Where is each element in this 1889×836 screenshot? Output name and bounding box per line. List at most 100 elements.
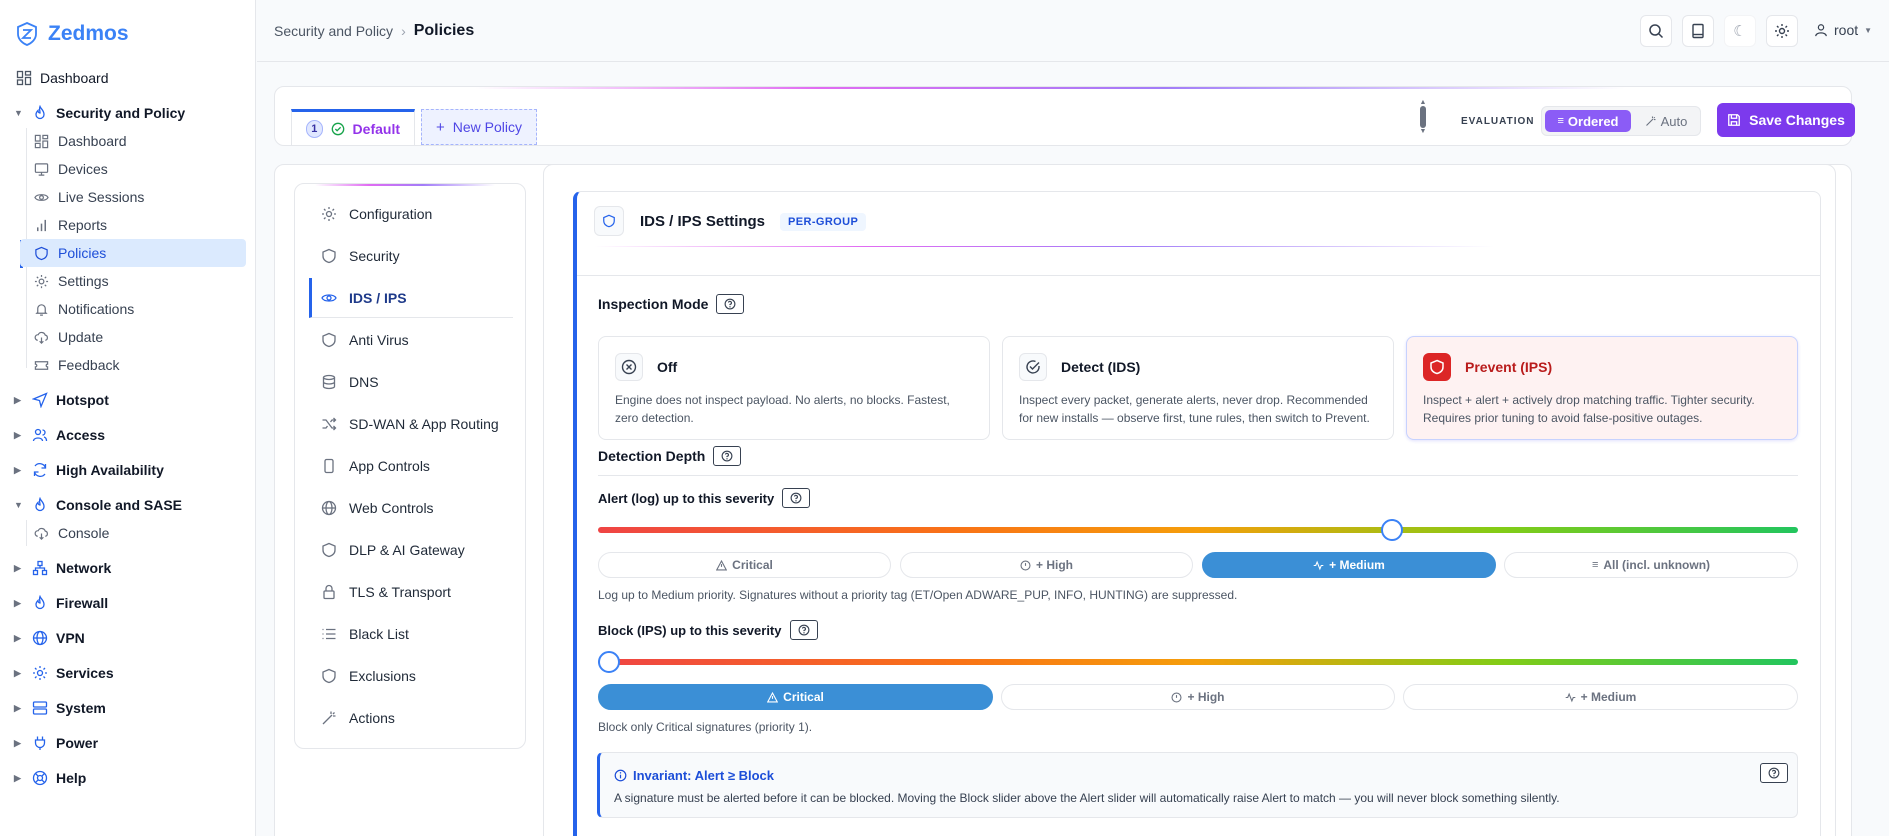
menu-item-exclusions[interactable]: Exclusions — [309, 656, 513, 696]
menu-item-dns[interactable]: DNS — [309, 362, 513, 402]
mode-detect-card[interactable]: Detect (IDS) Inspect every packet, gener… — [1002, 336, 1394, 440]
theme-toggle-button[interactable]: ☾ — [1724, 15, 1756, 47]
nav-group-firewall[interactable]: ▶ Firewall — [14, 595, 108, 611]
shield-icon — [321, 332, 337, 348]
eye-icon — [34, 190, 49, 205]
alert-option-high[interactable]: + High — [900, 552, 1193, 578]
search-button[interactable] — [1640, 15, 1672, 47]
nav-group-services[interactable]: ▶ Services — [14, 665, 114, 681]
alert-severity-heading: Alert (log) up to this severity — [598, 488, 811, 508]
alert-severity-slider-track[interactable] — [598, 527, 1798, 533]
nav-dashboard[interactable]: Dashboard — [16, 70, 109, 86]
globe-icon — [321, 500, 337, 516]
sidebar-item-policies[interactable]: Policies — [20, 239, 246, 267]
alert-option-all[interactable]: ≡ All (incl. unknown) — [1504, 552, 1798, 578]
menu-item-sdwan[interactable]: SD-WAN & App Routing — [309, 404, 513, 444]
evaluation-toggle: ≡ Ordered Auto — [1541, 106, 1701, 136]
evaluation-auto-option[interactable]: Auto — [1636, 110, 1696, 132]
gear-icon — [1774, 23, 1790, 39]
nav-group-hotspot[interactable]: ▶ Hotspot — [14, 392, 109, 408]
sidebar-item-feedback[interactable]: Feedback — [20, 351, 246, 379]
menu-item-configuration[interactable]: Configuration — [309, 194, 513, 234]
tab-default-policy[interactable]: 1 Default — [291, 109, 415, 145]
chevron-right-icon: › — [401, 23, 406, 39]
docs-button[interactable] — [1682, 15, 1714, 47]
lock-icon — [321, 584, 337, 600]
menu-item-security[interactable]: Security — [309, 236, 513, 276]
help-icon — [1768, 767, 1780, 779]
alert-option-medium[interactable]: + Medium — [1202, 552, 1496, 578]
block-help-button[interactable] — [789, 620, 818, 640]
invariant-help-button[interactable] — [1760, 763, 1788, 783]
menu-item-dlp[interactable]: DLP & AI Gateway — [309, 530, 513, 570]
block-severity-slider-track[interactable] — [598, 659, 1798, 665]
eye-icon — [321, 290, 337, 306]
inspection-mode-help-button[interactable] — [716, 294, 745, 314]
arrow-up-icon: ▲ — [1419, 99, 1427, 106]
sidebar-item-label: Notifications — [58, 301, 135, 317]
list-icon: ≡ — [1557, 115, 1564, 127]
alert-help-button[interactable] — [782, 488, 811, 508]
save-changes-button[interactable]: Save Changes — [1717, 103, 1855, 137]
nav-group-label: Services — [56, 665, 114, 681]
sidebar-item-devices[interactable]: Devices — [20, 155, 246, 183]
nav-dashboard-label: Dashboard — [40, 70, 109, 86]
sidebar-item-update[interactable]: Update — [20, 323, 246, 351]
nav-group-high-availability[interactable]: ▶ High Availability — [14, 462, 164, 478]
chevron-right-icon: ▶ — [14, 702, 21, 713]
sidebar-item-console[interactable]: Console — [20, 519, 246, 547]
user-menu[interactable]: root ▼ — [1814, 22, 1872, 38]
sidebar-item-label: Policies — [58, 245, 107, 261]
block-severity-slider-thumb[interactable] — [598, 651, 620, 673]
ordered-label: Ordered — [1567, 113, 1619, 129]
sidebar-item-reports[interactable]: Reports — [20, 211, 246, 239]
gear-icon — [32, 665, 48, 681]
option-label: + High — [1187, 690, 1225, 704]
settings-button[interactable] — [1766, 15, 1798, 47]
block-option-high[interactable]: + High — [1001, 684, 1395, 710]
block-option-critical[interactable]: Critical — [598, 684, 993, 710]
menu-item-app-controls[interactable]: App Controls — [309, 446, 513, 486]
tab-label: Default — [352, 120, 400, 137]
sidebar-item-notifications[interactable]: Notifications — [20, 295, 246, 323]
menu-item-web-controls[interactable]: Web Controls — [309, 488, 513, 528]
menu-item-actions[interactable]: Actions — [309, 698, 513, 738]
database-icon — [321, 374, 337, 390]
sidebar-item-settings[interactable]: Settings — [20, 267, 246, 295]
sidebar-item-dashboard[interactable]: Dashboard — [20, 127, 246, 155]
nav-group-vpn[interactable]: ▶ VPN — [14, 630, 85, 646]
grid-icon — [16, 70, 32, 86]
warning-icon — [767, 691, 779, 703]
nav-group-help[interactable]: ▶ Help — [14, 770, 86, 786]
sidebar-item-live-sessions[interactable]: Live Sessions — [20, 183, 246, 211]
nav-group-network[interactable]: ▶ Network — [14, 560, 111, 576]
menu-item-black-list[interactable]: Black List — [309, 614, 513, 654]
evaluation-ordered-option[interactable]: ≡ Ordered — [1545, 110, 1631, 132]
block-option-medium[interactable]: + Medium — [1403, 684, 1798, 710]
info-icon — [614, 769, 627, 782]
option-label: + Medium — [1329, 558, 1385, 572]
nav-group-system[interactable]: ▶ System — [14, 700, 106, 716]
breadcrumb-parent[interactable]: Security and Policy — [274, 23, 393, 39]
menu-item-ids-ips[interactable]: IDS / IPS — [309, 278, 513, 318]
menu-item-label: Exclusions — [349, 668, 416, 684]
alert-option-critical[interactable]: Critical — [598, 552, 891, 578]
new-policy-button[interactable]: + New Policy — [421, 109, 537, 145]
brand[interactable]: Zedmos — [16, 22, 129, 46]
mode-description: Inspect + alert + actively drop matching… — [1423, 393, 1755, 425]
detection-depth-label: Detection Depth — [598, 448, 706, 464]
menu-item-tls[interactable]: TLS & Transport — [309, 572, 513, 612]
invariant-text: A signature must be alerted before it ca… — [614, 791, 1560, 805]
nav-group-access[interactable]: ▶ Access — [14, 427, 105, 443]
nav-group-security[interactable]: ▼ Security and Policy — [14, 105, 185, 121]
nav-group-power[interactable]: ▶ Power — [14, 735, 98, 751]
option-label: + High — [1035, 558, 1073, 572]
bar-chart-icon — [34, 218, 49, 233]
menu-item-anti-virus[interactable]: Anti Virus — [309, 320, 513, 360]
nav-group-console[interactable]: ▼ Console and SASE — [14, 497, 182, 513]
accent-line — [315, 184, 495, 186]
detection-depth-help-button[interactable] — [713, 446, 742, 466]
mode-prevent-card[interactable]: Prevent (IPS) Inspect + alert + actively… — [1406, 336, 1798, 440]
mode-off-card[interactable]: Off Engine does not inspect payload. No … — [598, 336, 990, 440]
drag-handle[interactable]: ▲ ▼ — [1418, 99, 1428, 135]
